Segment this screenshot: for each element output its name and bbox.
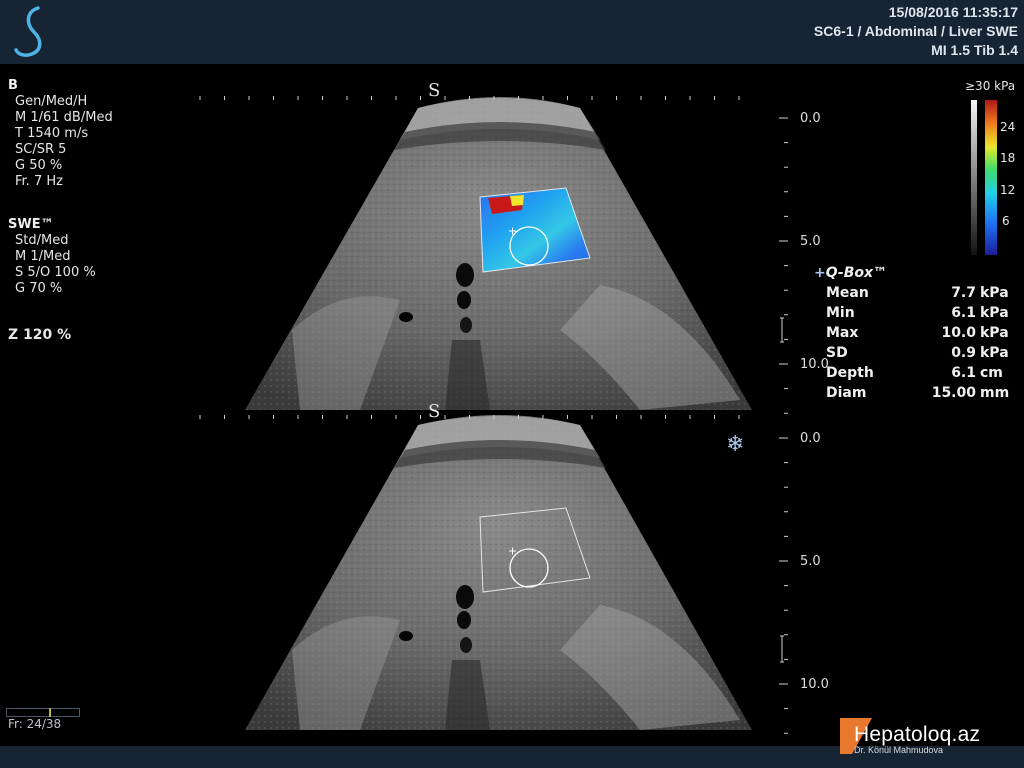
colorbar-tick: 12 — [1000, 183, 1016, 197]
depth-label: 10.0 — [800, 677, 829, 692]
grayscale-bar — [971, 100, 977, 255]
qbox-unit: kPa — [980, 345, 1009, 361]
qbox-title: +Q-Box™ — [814, 265, 1020, 281]
qbox-row: Max 10.0 kPa — [826, 323, 1020, 343]
qbox-value: 6.1 — [951, 365, 976, 381]
qbox-label: Max — [826, 325, 859, 341]
bottom-sector — [245, 415, 752, 730]
qbox-unit: kPa — [980, 285, 1009, 301]
snowflake-icon[interactable]: ❄ — [726, 432, 744, 457]
qbox-table: Mean 7.7 kPa Min 6.1 kPa Max 10.0 kPa SD 0.9 kPa… — [826, 283, 1020, 403]
qbox-label: Mean — [826, 285, 869, 301]
qbox-value: 7.7 — [951, 285, 976, 301]
watermark-brand: Hepatoloq.az — [854, 723, 981, 746]
watermark: Hepatoloq.az Dr. Könül Mahmudova — [838, 716, 998, 756]
depth-label: 0.0 — [800, 431, 821, 446]
qbox-label: Min — [826, 305, 855, 321]
qbox-label: SD — [826, 345, 848, 361]
qbox-title-text: Q-Box™ — [825, 265, 888, 281]
colorbar-tick: 18 — [1000, 151, 1016, 165]
depth-label: 0.0 — [800, 111, 821, 126]
qbox-unit: mm — [980, 385, 1010, 401]
top-sector — [245, 97, 752, 410]
qbox-panel: +Q-Box™ Mean 7.7 kPa Min 6.1 kPa Max 10.0 kPa … — [814, 265, 1020, 403]
frame-progress-bar[interactable] — [6, 708, 80, 717]
qbox-row: SD 0.9 kPa — [826, 343, 1020, 363]
qbox-row: Min 6.1 kPa — [826, 303, 1020, 323]
frame-progress-marker[interactable] — [49, 708, 52, 717]
watermark-author: Dr. Könül Mahmudova — [854, 745, 944, 755]
qbox-label: Depth — [826, 365, 874, 381]
qbox-unit: cm — [980, 365, 1003, 381]
orientation-marker-icon: S — [428, 80, 440, 101]
qbox-unit: kPa — [980, 325, 1009, 341]
qbox-label: Diam — [826, 385, 867, 401]
depth-label: 5.0 — [800, 234, 821, 249]
qbox-value: 15.00 — [931, 385, 976, 401]
qbox-value: 6.1 — [951, 305, 976, 321]
frame-counter: Fr: 24/38 — [8, 717, 62, 731]
depth-label: 5.0 — [800, 554, 821, 569]
crosshair-icon: + — [814, 265, 826, 281]
qbox-row: Mean 7.7 kPa — [826, 283, 1020, 303]
qbox-row: Diam 15.00 mm — [826, 383, 1020, 403]
colorbar-tick: 6 — [1002, 214, 1010, 228]
colorbar-max-label: ≥30 kPa — [965, 79, 1016, 93]
qbox-unit: kPa — [980, 305, 1009, 321]
qbox-row: Depth 6.1 cm — [826, 363, 1020, 383]
qbox-value: 0.9 — [951, 345, 976, 361]
elasticity-colorbar — [985, 100, 997, 255]
orientation-marker-icon: S — [428, 401, 440, 422]
qbox-value: 10.0 — [941, 325, 976, 341]
colorbar-tick: 24 — [1000, 120, 1016, 134]
depth-scale — [779, 117, 788, 734]
